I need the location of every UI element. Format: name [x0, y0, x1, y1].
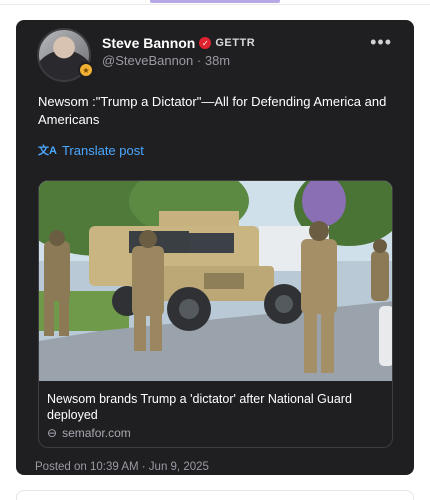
translate-icon: 文A: [38, 145, 57, 157]
link-preview-title[interactable]: Newsom brands Trump a 'dictator' after N…: [47, 391, 377, 423]
top-tab-indicator: [150, 0, 280, 3]
link-preview-card[interactable]: Newsom brands Trump a 'dictator' after N…: [38, 180, 393, 448]
translate-post-button[interactable]: 文A Translate post: [38, 142, 144, 158]
author-name-row: Steve Bannon ✓ GETTR: [102, 35, 255, 51]
author-handle-row: @SteveBannon · 38m: [102, 53, 230, 68]
post-text: Newsom :"Trump a Dictator"—All for Defen…: [38, 94, 387, 127]
next-post-card[interactable]: [16, 490, 414, 500]
avatar-badge-icon: ★: [78, 62, 94, 78]
link-preview-image: [39, 181, 392, 381]
link-icon: ⊖: [47, 426, 58, 440]
handle-separator: ·: [196, 53, 205, 68]
post-card[interactable]: ★ Steve Bannon ✓ GETTR @SteveBannon · 38…: [16, 20, 414, 475]
platform-badge: GETTR: [215, 37, 256, 49]
link-domain-row: ⊖ semafor.com: [47, 426, 131, 440]
posted-timestamp: Posted on 10:39 AM · Jun 9, 2025: [35, 461, 209, 473]
link-domain: semafor.com: [62, 426, 131, 440]
author-name[interactable]: Steve Bannon: [102, 35, 195, 51]
more-icon[interactable]: •••: [370, 32, 392, 53]
verified-icon: ✓: [199, 37, 212, 49]
post-age: 38m: [204, 53, 231, 68]
translate-label: Translate post: [61, 142, 144, 158]
top-divider: [0, 4, 430, 5]
author-handle[interactable]: @SteveBannon: [102, 53, 193, 68]
